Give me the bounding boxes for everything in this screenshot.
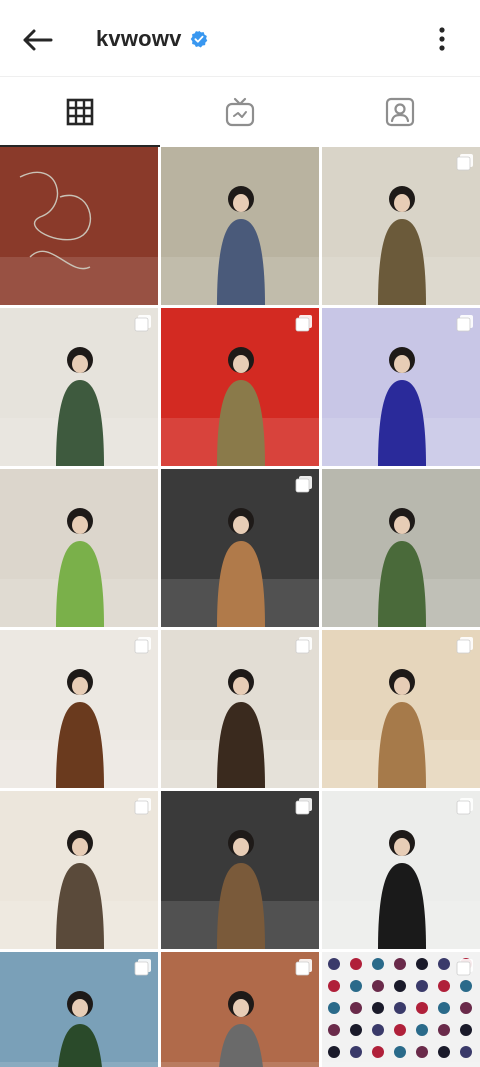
grid-icon (66, 98, 94, 126)
post-thumbnail[interactable] (161, 791, 319, 949)
verified-badge-icon (190, 30, 207, 48)
post-thumbnail[interactable] (161, 952, 319, 1067)
post-thumbnail[interactable] (0, 147, 158, 305)
multi-photo-icon (134, 637, 151, 654)
profile-username: kvwowv (96, 26, 182, 51)
multi-photo-icon (295, 798, 312, 815)
profile-header: kvwowv (0, 0, 480, 76)
multi-photo-icon (295, 959, 312, 976)
post-thumbnail[interactable] (161, 308, 319, 466)
post-thumbnail[interactable] (161, 469, 319, 627)
tagged-user-icon (385, 97, 415, 127)
multi-photo-icon (134, 798, 151, 815)
post-image (0, 147, 158, 305)
more-options-button[interactable] (430, 22, 454, 56)
post-thumbnail[interactable] (322, 147, 480, 305)
post-thumbnail[interactable] (161, 630, 319, 788)
post-thumbnail[interactable] (322, 630, 480, 788)
multi-photo-icon (295, 637, 312, 654)
multi-photo-icon (295, 476, 312, 493)
multi-photo-icon (295, 315, 312, 332)
post-thumbnail[interactable] (322, 952, 480, 1067)
post-image (0, 469, 158, 627)
multi-photo-icon (456, 959, 473, 976)
multi-photo-icon (134, 959, 151, 976)
post-thumbnail[interactable] (161, 147, 319, 305)
multi-photo-icon (134, 315, 151, 332)
multi-photo-icon (456, 315, 473, 332)
post-thumbnail[interactable] (322, 469, 480, 627)
igtv-icon (225, 97, 255, 127)
multi-photo-icon (456, 637, 473, 654)
multi-photo-icon (456, 154, 473, 171)
tab-posts-grid[interactable] (0, 77, 160, 147)
back-button[interactable] (14, 20, 60, 60)
post-image (161, 147, 319, 305)
profile-tabs (0, 76, 480, 147)
multi-photo-icon (456, 798, 473, 815)
post-thumbnail[interactable] (0, 469, 158, 627)
more-vertical-icon (439, 27, 445, 51)
arrow-left-icon (23, 29, 53, 51)
title-wrap: kvwowv (96, 24, 208, 54)
post-thumbnail[interactable] (0, 308, 158, 466)
tab-igtv[interactable] (160, 77, 320, 147)
post-thumbnail[interactable] (0, 630, 158, 788)
post-thumbnail[interactable] (0, 791, 158, 949)
post-image (322, 469, 480, 627)
post-thumbnail[interactable] (322, 308, 480, 466)
tab-tagged[interactable] (320, 77, 480, 147)
post-thumbnail[interactable] (0, 952, 158, 1067)
post-thumbnail[interactable] (322, 791, 480, 949)
